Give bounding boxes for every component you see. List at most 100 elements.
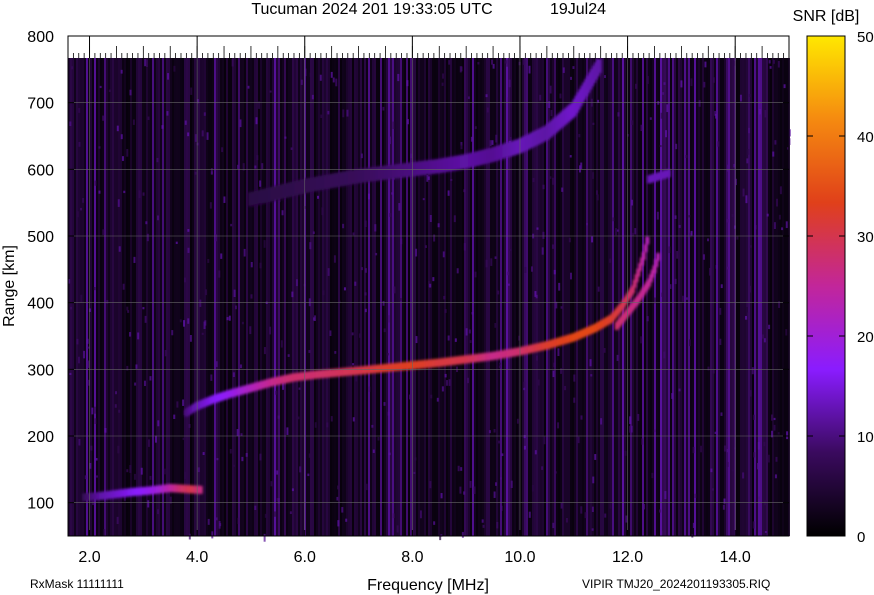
noise-column: [352, 58, 354, 536]
noise-speckle: [631, 120, 634, 125]
noise-column: [242, 58, 244, 536]
noise-speckle: [751, 367, 754, 375]
noise-column: [270, 58, 272, 536]
noise-speckle: [284, 136, 287, 139]
noise-speckle: [631, 199, 634, 206]
noise-speckle: [311, 94, 314, 100]
noise-speckle: [560, 306, 563, 309]
noise-speckle: [634, 83, 637, 89]
noise-speckle: [507, 97, 510, 103]
noise-column: [588, 58, 590, 536]
noise-column: [460, 58, 462, 536]
noise-speckle: [215, 517, 218, 521]
noise-speckle: [287, 354, 290, 357]
x-axis-label: Frequency [MHz]: [367, 577, 489, 594]
noise-speckle: [640, 336, 643, 344]
noise-speckle: [726, 219, 729, 223]
noise-column: [382, 58, 384, 536]
noise-column: [700, 58, 702, 536]
y-tick-label: 100: [27, 496, 54, 513]
noise-column: [230, 58, 232, 536]
noise-speckle: [367, 193, 370, 200]
noise-speckle: [269, 90, 272, 93]
noise-column: [694, 58, 696, 536]
noise-column: [560, 58, 562, 536]
noise-speckle: [739, 94, 742, 102]
noise-column: [86, 58, 88, 536]
noise-speckle: [300, 79, 303, 85]
noise-speckle: [408, 394, 411, 400]
noise-speckle: [518, 61, 521, 66]
noise-column: [348, 58, 350, 536]
noise-speckle: [501, 453, 504, 457]
noise-column: [146, 58, 148, 536]
noise-speckle: [399, 298, 402, 301]
noise-speckle: [745, 315, 748, 320]
noise-column: [126, 58, 128, 536]
noise-speckle: [313, 315, 316, 322]
noise-column: [662, 58, 664, 536]
noise-speckle: [120, 134, 123, 140]
noise-speckle: [770, 414, 773, 421]
noise-speckle: [71, 66, 74, 70]
noise-column: [784, 58, 786, 536]
noise-speckle: [600, 418, 603, 425]
noise-column: [272, 58, 274, 536]
noise-speckle: [86, 338, 89, 344]
noise-speckle: [115, 391, 118, 395]
noise-speckle: [342, 109, 345, 118]
noise-column: [314, 58, 316, 536]
noise-speckle: [766, 213, 769, 217]
noise-column: [708, 58, 710, 536]
noise-speckle: [459, 486, 462, 494]
noise-column: [456, 58, 458, 536]
noise-speckle: [341, 507, 344, 513]
noise-speckle: [69, 372, 72, 376]
noise-column: [506, 58, 508, 536]
noise-speckle: [400, 238, 403, 245]
noise-column: [448, 58, 450, 536]
noise-speckle: [528, 65, 531, 74]
noise-column: [154, 58, 156, 536]
noise-speckle: [320, 114, 323, 119]
noise-speckle: [616, 229, 619, 232]
noise-speckle: [232, 464, 235, 467]
noise-speckle: [592, 172, 595, 179]
noise-column: [408, 58, 410, 536]
noise-speckle: [762, 334, 765, 339]
noise-column: [676, 58, 678, 536]
noise-speckle: [767, 454, 770, 463]
noise-speckle: [132, 119, 135, 125]
noise-speckle: [184, 471, 187, 480]
noise-speckle: [429, 481, 432, 489]
noise-column: [416, 58, 418, 536]
noise-speckle: [536, 355, 539, 361]
noise-speckle: [535, 294, 538, 299]
noise-speckle: [129, 89, 132, 96]
source-file-label: VIPIR TMJ20_2024201193305.RIQ: [582, 577, 770, 591]
noise-speckle: [641, 438, 644, 445]
noise-speckle: [508, 79, 511, 88]
noise-column: [204, 58, 206, 536]
noise-column: [586, 58, 588, 536]
noise-speckle: [129, 465, 132, 473]
noise-speckle: [149, 376, 152, 381]
noise-column: [358, 58, 360, 536]
noise-column: [470, 58, 472, 536]
noise-speckle: [78, 108, 81, 113]
noise-speckle: [488, 430, 491, 434]
y-tick-label: 500: [27, 229, 54, 246]
noise-speckle: [383, 402, 386, 406]
noise-speckle: [329, 330, 332, 337]
noise-speckle: [277, 415, 280, 419]
noise-speckle: [365, 483, 368, 491]
noise-speckle: [382, 300, 385, 306]
noise-column: [492, 58, 494, 536]
noise-speckle: [778, 214, 781, 220]
noise-speckle: [415, 248, 418, 257]
noise-column: [286, 58, 288, 536]
noise-speckle: [137, 332, 140, 340]
noise-speckle: [270, 481, 273, 487]
noise-column: [622, 58, 624, 536]
noise-speckle: [681, 295, 684, 302]
